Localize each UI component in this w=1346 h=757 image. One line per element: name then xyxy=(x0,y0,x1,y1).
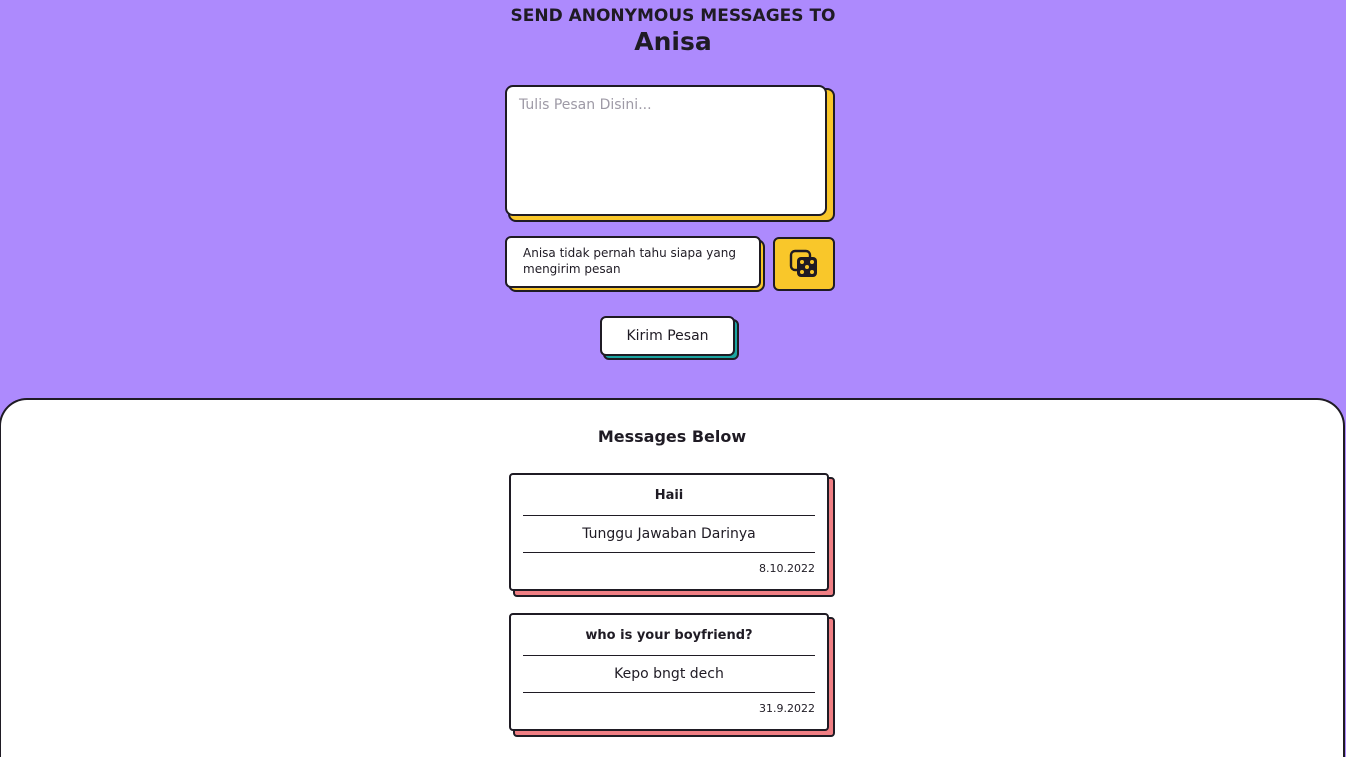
message-card-body: who is your boyfriend? Kepo bngt dech 31… xyxy=(509,613,829,731)
hero-section: SEND ANONYMOUS MESSAGES TO Anisa Anisa t… xyxy=(0,0,1346,400)
message-field-wrapper xyxy=(505,85,835,222)
page: SEND ANONYMOUS MESSAGES TO Anisa Anisa t… xyxy=(0,0,1346,757)
message-input[interactable] xyxy=(505,85,827,216)
message-question: Haii xyxy=(523,475,815,516)
messages-heading: Messages Below xyxy=(597,427,747,446)
message-card: Haii Tunggu Jawaban Darinya 8.10.2022 xyxy=(509,473,835,597)
message-card: who is your boyfriend? Kepo bngt dech 31… xyxy=(509,613,835,737)
message-date: 31.9.2022 xyxy=(759,702,815,715)
anonymity-note: Anisa tidak pernah tahu siapa yang mengi… xyxy=(505,236,761,288)
recipient-name: Anisa xyxy=(634,27,712,56)
anonymity-note-wrapper: Anisa tidak pernah tahu siapa yang mengi… xyxy=(505,236,765,292)
send-message-button[interactable]: Kirim Pesan xyxy=(600,316,735,356)
message-date: 8.10.2022 xyxy=(759,562,815,575)
message-card-body: Haii Tunggu Jawaban Darinya 8.10.2022 xyxy=(509,473,829,591)
message-answer: Tunggu Jawaban Darinya xyxy=(523,516,815,553)
message-answer: Kepo bngt dech xyxy=(523,656,815,693)
messages-panel: Messages Below Haii Tunggu Jawaban Darin… xyxy=(0,398,1345,757)
random-question-button[interactable] xyxy=(773,237,835,291)
message-question: who is your boyfriend? xyxy=(523,615,815,656)
send-button-wrapper: Kirim Pesan xyxy=(600,316,739,360)
dice-icon xyxy=(789,249,817,277)
send-to-label: SEND ANONYMOUS MESSAGES TO xyxy=(510,6,836,26)
